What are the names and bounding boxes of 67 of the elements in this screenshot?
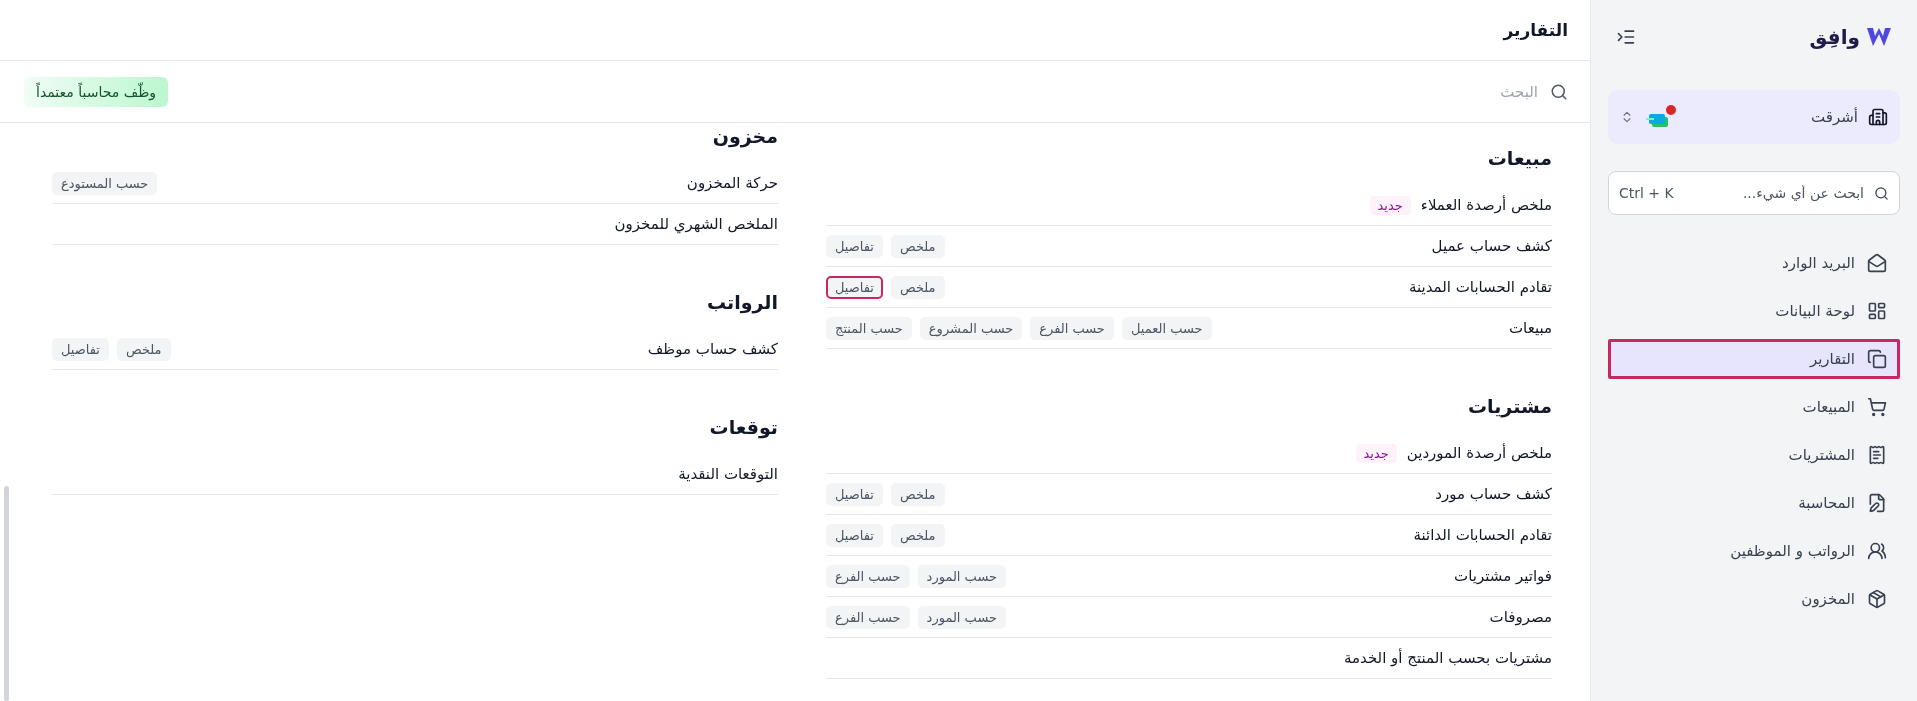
report-link[interactable]: كشف حساب مورد bbox=[1435, 485, 1552, 503]
report-tag[interactable]: ملخص bbox=[890, 482, 945, 506]
receipt-icon bbox=[1867, 445, 1887, 465]
report-tag[interactable]: ملخص bbox=[890, 523, 945, 547]
report-link[interactable]: ملخص أرصدة العملاء جديد bbox=[1369, 195, 1552, 215]
report-link[interactable]: كشف حساب عميل bbox=[1431, 237, 1552, 255]
page-title: التقارير bbox=[1503, 20, 1568, 40]
box-icon bbox=[1867, 589, 1887, 609]
report-link[interactable]: حركة المخزون bbox=[686, 174, 778, 192]
company-switcher[interactable]: أشرقت bbox=[1608, 90, 1900, 144]
report-link[interactable]: مبيعات bbox=[1509, 319, 1552, 337]
logo-icon bbox=[1866, 26, 1892, 48]
section-title: مبيعات bbox=[1486, 146, 1552, 171]
report-tag[interactable]: تفاصيل bbox=[826, 275, 883, 299]
shortcut-hint: Ctrl + K bbox=[1619, 185, 1674, 201]
report-link[interactable]: كشف حساب موظف bbox=[647, 340, 778, 358]
report-link[interactable]: الملخص الشهري للمخزون bbox=[614, 215, 778, 233]
report-tag[interactable]: حسب المشروع bbox=[919, 316, 1023, 340]
sidebar-item[interactable]: المبيعات bbox=[1608, 387, 1900, 427]
search-icon bbox=[1874, 185, 1889, 201]
report-tag[interactable]: ملخص bbox=[116, 337, 171, 361]
report-tag[interactable]: ملخص bbox=[890, 275, 945, 299]
report-link[interactable]: فواتير مشتريات bbox=[1454, 567, 1552, 585]
report-tag[interactable]: حسب المورد bbox=[917, 605, 1006, 629]
new-badge: جديد bbox=[1369, 195, 1411, 215]
report-link[interactable]: مصروفات bbox=[1489, 608, 1552, 626]
report-tag[interactable]: تفاصيل bbox=[826, 482, 883, 506]
copy-icon bbox=[1867, 349, 1887, 369]
table-pen-icon bbox=[1867, 493, 1887, 513]
dashboard-icon bbox=[1867, 301, 1887, 321]
report-tag[interactable]: تفاصيل bbox=[826, 234, 883, 258]
report-tag[interactable]: تفاصيل bbox=[826, 523, 883, 547]
report-tag[interactable]: حسب العميل bbox=[1121, 316, 1212, 340]
sidebar-item[interactable]: المشتريات bbox=[1608, 435, 1900, 475]
sidebar-item[interactable]: البريد الوارد bbox=[1608, 243, 1900, 283]
report-link[interactable]: تقادم الحسابات المدينة bbox=[1408, 278, 1552, 296]
sidebar-item[interactable]: المحاسبة bbox=[1608, 483, 1900, 523]
report-link[interactable]: ملخص أرصدة الموردين جديد bbox=[1355, 443, 1552, 463]
report-link[interactable]: تقادم الحسابات الدائنة bbox=[1413, 526, 1552, 544]
report-tag[interactable]: حسب المستودع bbox=[52, 171, 158, 195]
hire-accountant-button[interactable]: وظّف محاسباً معتمداً bbox=[24, 76, 169, 107]
section-title: الرواتب bbox=[705, 290, 778, 315]
report-tag[interactable]: تفاصيل bbox=[52, 337, 109, 361]
section-title: توقعات bbox=[708, 415, 778, 440]
report-tag[interactable]: حسب الفرع bbox=[826, 605, 910, 629]
report-link[interactable]: مشتريات بحسب المنتج أو الخدمة bbox=[1343, 649, 1552, 667]
company-name: أشرقت bbox=[1810, 108, 1858, 126]
cart-icon bbox=[1867, 397, 1887, 417]
envelope-icon bbox=[1867, 253, 1887, 273]
new-badge: جديد bbox=[1355, 443, 1397, 463]
sidebar-item[interactable]: المخزون bbox=[1608, 579, 1900, 619]
section-title: مشتريات bbox=[1466, 394, 1552, 419]
sidebar-item[interactable]: الرواتب و الموظفين bbox=[1608, 531, 1900, 571]
building-icon bbox=[1868, 107, 1888, 127]
report-tag[interactable]: حسب المورد bbox=[917, 564, 1006, 588]
users-icon bbox=[1867, 541, 1887, 561]
section-title: مخزون bbox=[711, 124, 778, 149]
report-tag[interactable]: حسب الفرع bbox=[826, 564, 910, 588]
report-link[interactable]: التوقعات النقدية bbox=[678, 465, 778, 483]
collapse-sidebar-button[interactable] bbox=[1616, 27, 1636, 47]
sidebar-item[interactable]: التقارير bbox=[1608, 339, 1900, 379]
search-icon bbox=[1550, 82, 1568, 101]
report-tag[interactable]: حسب الفرع bbox=[1030, 316, 1114, 340]
logo-text: وافِق bbox=[1809, 25, 1860, 49]
report-tag[interactable]: حسب المنتج bbox=[826, 316, 912, 340]
report-tag[interactable]: ملخص bbox=[890, 234, 945, 258]
sidebar-item[interactable]: لوحة البيانات bbox=[1608, 291, 1900, 331]
